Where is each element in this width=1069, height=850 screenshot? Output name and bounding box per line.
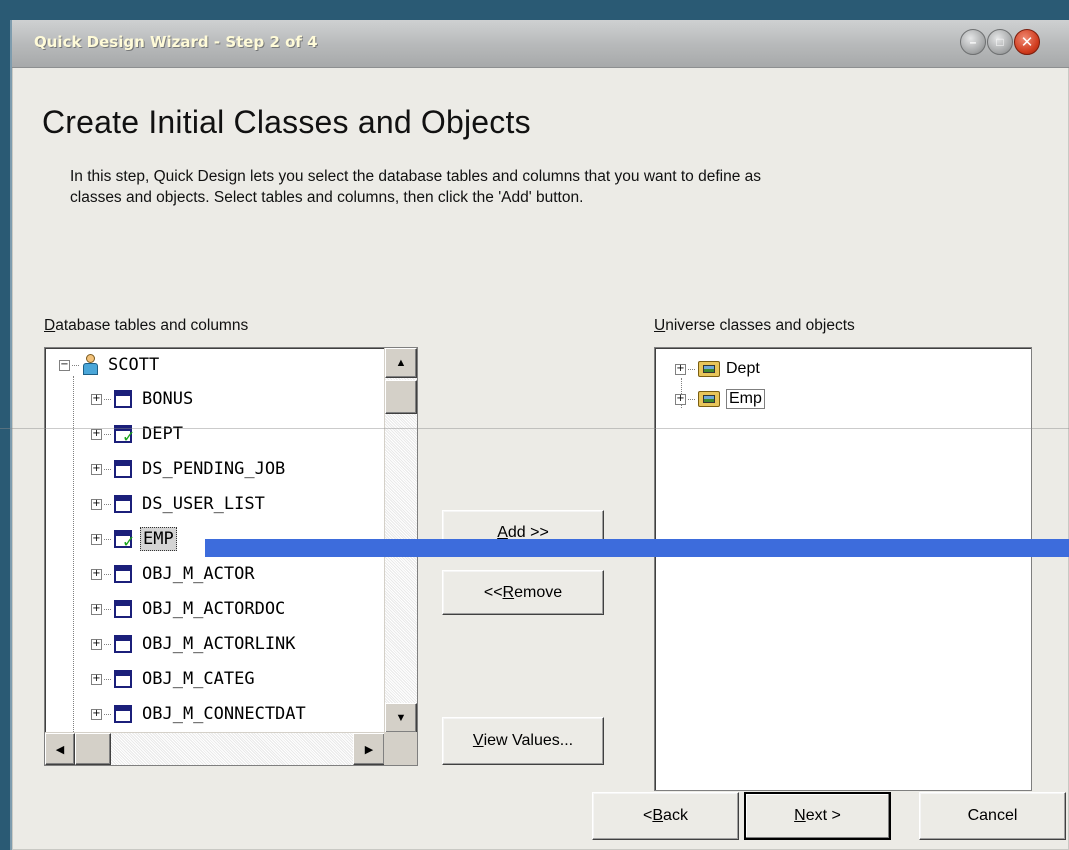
- scroll-thumb[interactable]: [385, 380, 417, 414]
- expand-icon[interactable]: +: [91, 708, 102, 720]
- database-tree-content: − SCOTT + BONUS + ✓ DEPT + DS_PENDING_JOB + DS_U…: [45, 348, 385, 733]
- expand-icon[interactable]: +: [91, 498, 102, 510]
- expand-icon[interactable]: +: [91, 463, 102, 475]
- view-values-button[interactable]: View Values...: [442, 717, 604, 765]
- divider-line: [0, 428, 1069, 429]
- scroll-right-button[interactable]: ▶: [353, 733, 385, 765]
- minimize-icon: –: [969, 35, 977, 49]
- table-label: DEPT: [142, 424, 183, 444]
- table-label: OBJ_M_CONNECTDAT: [142, 704, 306, 724]
- table-icon: [114, 600, 132, 618]
- class-folder-icon: [698, 361, 720, 377]
- database-tables-label: Database tables and columns: [44, 317, 249, 334]
- table-icon: [114, 460, 132, 478]
- title-bar[interactable]: Quick Design Wizard - Step 2 of 4 – □ ✕: [12, 20, 1069, 68]
- vertical-scrollbar[interactable]: ▲ ▼: [384, 348, 417, 733]
- table-icon: [114, 635, 132, 653]
- table-row[interactable]: + ✓ EMP: [91, 522, 177, 556]
- user-icon: [82, 354, 98, 376]
- table-row[interactable]: + OBJ_M_CONNECTDAT: [91, 697, 308, 731]
- table-row[interactable]: + ✓ DEPT: [91, 417, 185, 451]
- table-icon: [114, 565, 132, 583]
- intro-line-1: In this step, Quick Design lets you sele…: [70, 168, 762, 185]
- intro-text: In this step, Quick Design lets you sele…: [70, 166, 1050, 208]
- table-label: DS_PENDING_JOB: [142, 459, 286, 479]
- cancel-button[interactable]: Cancel: [919, 792, 1066, 840]
- database-tree[interactable]: − SCOTT + BONUS + ✓ DEPT + DS_PENDING_JOB + DS_U…: [44, 347, 418, 766]
- class-row[interactable]: + Dept: [675, 354, 760, 384]
- universe-classes-label: Universe classes and objects: [654, 317, 855, 334]
- class-folder-icon: [698, 391, 720, 407]
- maximize-button[interactable]: □: [987, 29, 1013, 55]
- tree-root-scott[interactable]: − SCOTT: [59, 348, 161, 382]
- table-row[interactable]: + DS_PENDING_JOB: [91, 452, 287, 486]
- page-title: Create Initial Classes and Objects: [42, 104, 531, 140]
- table-label: BONUS: [142, 389, 194, 409]
- table-icon: [114, 495, 132, 513]
- table-label: OBJ_M_ACTORLINK: [142, 634, 296, 654]
- table-icon: [114, 670, 132, 688]
- hscroll-thumb[interactable]: [75, 733, 111, 765]
- table-row[interactable]: + OBJ_M_CATEG: [91, 662, 257, 696]
- wizard-window: Quick Design Wizard - Step 2 of 4 – □ ✕ …: [10, 20, 1069, 850]
- remove-button[interactable]: << Remove: [442, 570, 604, 615]
- scroll-left-button[interactable]: ◀: [45, 733, 75, 765]
- scroll-up-button[interactable]: ▲: [385, 348, 417, 378]
- table-icon: [114, 390, 132, 408]
- expand-icon[interactable]: +: [91, 393, 102, 405]
- maximize-icon: □: [996, 35, 1004, 49]
- close-button[interactable]: ✕: [1014, 29, 1040, 55]
- expand-icon[interactable]: +: [675, 363, 686, 375]
- expand-icon[interactable]: +: [91, 673, 102, 685]
- window-title: Quick Design Wizard - Step 2 of 4: [34, 33, 318, 51]
- class-label: Dept: [726, 360, 760, 377]
- back-button[interactable]: < Back: [592, 792, 739, 840]
- table-label: OBJ_M_ACTOR: [142, 564, 255, 584]
- next-button[interactable]: Next >: [744, 792, 891, 840]
- class-row[interactable]: + Emp: [675, 384, 765, 414]
- tree-guide-line: [73, 376, 74, 733]
- table-label: EMP: [140, 527, 177, 551]
- close-icon: ✕: [1020, 34, 1034, 51]
- checked-table-icon: ✓: [114, 530, 135, 550]
- intro-line-2: classes and objects. Select tables and c…: [70, 189, 584, 206]
- expand-icon[interactable]: +: [675, 393, 686, 405]
- scroll-down-button[interactable]: ▼: [385, 703, 417, 733]
- table-row[interactable]: + OBJ_M_ACTOR: [91, 557, 257, 591]
- table-row[interactable]: + OBJ_M_ACTORDOC: [91, 592, 287, 626]
- expand-icon[interactable]: +: [91, 533, 102, 545]
- table-row[interactable]: + DS_USER_LIST: [91, 487, 267, 521]
- universe-tree[interactable]: + Dept + Emp: [654, 347, 1032, 791]
- tree-root-label: SCOTT: [108, 355, 160, 375]
- collapse-icon[interactable]: −: [59, 359, 70, 371]
- expand-icon[interactable]: +: [91, 428, 102, 440]
- expand-icon[interactable]: +: [91, 638, 102, 650]
- table-label: DS_USER_LIST: [142, 494, 265, 514]
- add-button[interactable]: Add >>: [442, 510, 604, 555]
- class-label: Emp: [726, 389, 765, 409]
- table-label: OBJ_M_ACTORDOC: [142, 599, 286, 619]
- table-icon: [114, 705, 132, 723]
- table-row[interactable]: + BONUS: [91, 382, 195, 416]
- table-row[interactable]: + OBJ_M_ACTORLINK: [91, 627, 298, 661]
- scrollbar-corner: [384, 732, 417, 765]
- table-label: OBJ_M_CATEG: [142, 669, 255, 689]
- minimize-button[interactable]: –: [960, 29, 986, 55]
- horizontal-scrollbar[interactable]: ◀ ▶: [45, 732, 385, 765]
- expand-icon[interactable]: +: [91, 603, 102, 615]
- expand-icon[interactable]: +: [91, 568, 102, 580]
